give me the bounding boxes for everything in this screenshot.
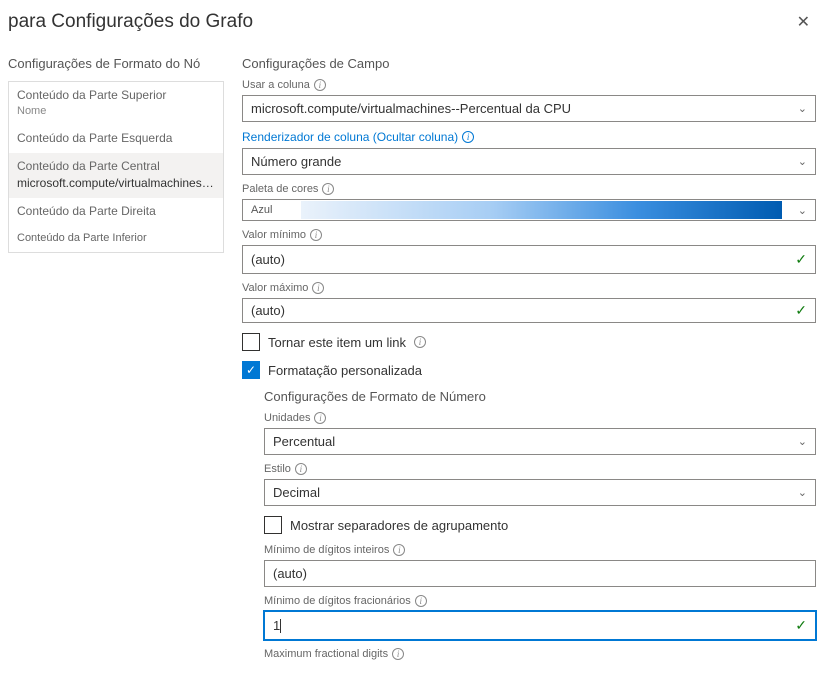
info-icon[interactable]: i: [414, 336, 426, 348]
min-frac-digits-input[interactable]: 1 ✓: [264, 611, 816, 640]
info-icon[interactable]: i: [462, 131, 474, 143]
text-cursor: [280, 619, 281, 633]
show-grouping-checkbox[interactable]: [264, 516, 282, 534]
units-label: Unidades i: [264, 412, 816, 424]
close-button[interactable]: ✕: [791, 8, 816, 36]
max-value-input[interactable]: (auto) ✓: [242, 299, 816, 323]
info-icon[interactable]: i: [392, 648, 404, 660]
column-renderer-value: Número grande: [251, 154, 341, 169]
main-content: Configurações de Formato do Nó Conteúdo …: [8, 56, 816, 664]
gradient-preview: [301, 201, 782, 219]
node-format-title: Configurações de Formato do Nó: [8, 56, 224, 81]
close-icon: ✕: [797, 14, 810, 31]
chevron-down-icon: ⌄: [798, 435, 807, 448]
color-palette-value: Azul: [243, 200, 293, 220]
node-part-detail: microsoft.compute/virtualmachines--Perce…: [17, 176, 215, 190]
info-icon[interactable]: i: [322, 183, 334, 195]
min-frac-digits-group: Mínimo de dígitos fracionários i 1 ✓: [264, 595, 816, 640]
column-renderer-select[interactable]: Número grande ⌄: [242, 148, 816, 175]
make-link-row: Tornar este item um link i: [242, 333, 816, 351]
color-palette-select[interactable]: Azul ⌄: [242, 199, 816, 221]
check-icon: ✓: [795, 617, 807, 634]
units-group: Unidades i Percentual ⌄: [264, 412, 816, 455]
show-grouping-label: Mostrar separadores de agrupamento: [290, 518, 508, 533]
info-icon[interactable]: i: [310, 229, 322, 241]
info-icon[interactable]: i: [295, 463, 307, 475]
custom-format-label: Formatação personalizada: [268, 363, 422, 378]
min-int-digits-group: Mínimo de dígitos inteiros i (auto): [264, 544, 816, 587]
column-renderer-label[interactable]: Renderizador de coluna (Ocultar coluna) …: [242, 130, 816, 144]
node-parts-list: Conteúdo da Parte Superior Nome Conteúdo…: [8, 81, 224, 253]
number-format-title: Configurações de Formato de Número: [264, 389, 816, 404]
dialog-header: para Configurações do Grafo ✕: [8, 4, 816, 56]
dialog-title: para Configurações do Grafo: [8, 11, 253, 33]
style-label: Estilo i: [264, 463, 816, 475]
show-grouping-row: Mostrar separadores de agrupamento: [264, 516, 816, 534]
style-select[interactable]: Decimal ⌄: [264, 479, 816, 506]
use-column-value: microsoft.compute/virtualmachines--Perce…: [251, 101, 571, 116]
custom-format-row: ✓ Formatação personalizada: [242, 361, 816, 379]
color-palette-group: Paleta de cores i Azul ⌄: [242, 183, 816, 221]
use-column-label: Usar a coluna i: [242, 79, 816, 91]
min-value-group: Valor mínimo i (auto) ✓: [242, 229, 816, 274]
use-column-select[interactable]: microsoft.compute/virtualmachines--Perce…: [242, 95, 816, 122]
style-value: Decimal: [273, 485, 320, 500]
node-part-top[interactable]: Conteúdo da Parte Superior Nome: [9, 82, 223, 125]
node-part-label: Conteúdo da Parte Inferior: [17, 232, 215, 244]
min-int-digits-label: Mínimo de dígitos inteiros i: [264, 544, 816, 556]
node-part-sub: Nome: [17, 105, 215, 117]
max-value-group: Valor máximo i (auto) ✓: [242, 282, 816, 323]
check-icon: ✓: [795, 302, 807, 319]
units-select[interactable]: Percentual ⌄: [264, 428, 816, 455]
field-settings-title: Configurações de Campo: [242, 56, 816, 71]
custom-format-checkbox[interactable]: ✓: [242, 361, 260, 379]
node-part-left[interactable]: Conteúdo da Parte Esquerda: [9, 125, 223, 153]
max-frac-digits-label: Maximum fractional digits i: [264, 648, 816, 660]
chevron-down-icon: ⌄: [798, 486, 807, 499]
node-part-label: Conteúdo da Parte Direita: [17, 204, 215, 218]
style-group: Estilo i Decimal ⌄: [264, 463, 816, 506]
use-column-group: Usar a coluna i microsoft.compute/virtua…: [242, 79, 816, 122]
color-palette-label: Paleta de cores i: [242, 183, 816, 195]
number-format-section: Configurações de Formato de Número Unida…: [242, 389, 816, 660]
min-frac-digits-value: 1: [273, 618, 280, 633]
info-icon[interactable]: i: [314, 79, 326, 91]
info-icon[interactable]: i: [415, 595, 427, 607]
chevron-down-icon: ⌄: [798, 102, 807, 115]
node-part-center[interactable]: Conteúdo da Parte Central microsoft.comp…: [9, 153, 223, 198]
min-value-label: Valor mínimo i: [242, 229, 816, 241]
node-part-bottom[interactable]: Conteúdo da Parte Inferior: [9, 226, 223, 252]
min-int-digits-input[interactable]: (auto): [264, 560, 816, 587]
node-part-label: Conteúdo da Parte Central: [17, 159, 215, 173]
min-value-text: (auto): [251, 252, 285, 267]
node-part-label: Conteúdo da Parte Superior: [17, 88, 215, 102]
column-renderer-group: Renderizador de coluna (Ocultar coluna) …: [242, 130, 816, 175]
info-icon[interactable]: i: [314, 412, 326, 424]
min-int-digits-value: (auto): [273, 566, 307, 581]
units-value: Percentual: [273, 434, 335, 449]
graph-settings-dialog: para Configurações do Grafo ✕ Configuraç…: [0, 0, 828, 676]
info-icon[interactable]: i: [393, 544, 405, 556]
max-value-text: (auto): [251, 303, 285, 318]
make-link-checkbox[interactable]: [242, 333, 260, 351]
chevron-down-icon: ⌄: [798, 155, 807, 168]
node-part-label: Conteúdo da Parte Esquerda: [17, 131, 215, 145]
check-icon: ✓: [795, 251, 807, 268]
field-settings-panel: Configurações de Campo Usar a coluna i m…: [242, 56, 816, 664]
info-icon[interactable]: i: [312, 282, 324, 294]
chevron-down-icon: ⌄: [790, 204, 815, 217]
node-format-panel: Configurações de Formato do Nó Conteúdo …: [8, 56, 224, 664]
max-value-label: Valor máximo i: [242, 282, 816, 294]
min-frac-digits-label: Mínimo de dígitos fracionários i: [264, 595, 816, 607]
node-part-right[interactable]: Conteúdo da Parte Direita: [9, 198, 223, 226]
make-link-label: Tornar este item um link: [268, 335, 406, 350]
min-value-input[interactable]: (auto) ✓: [242, 245, 816, 274]
